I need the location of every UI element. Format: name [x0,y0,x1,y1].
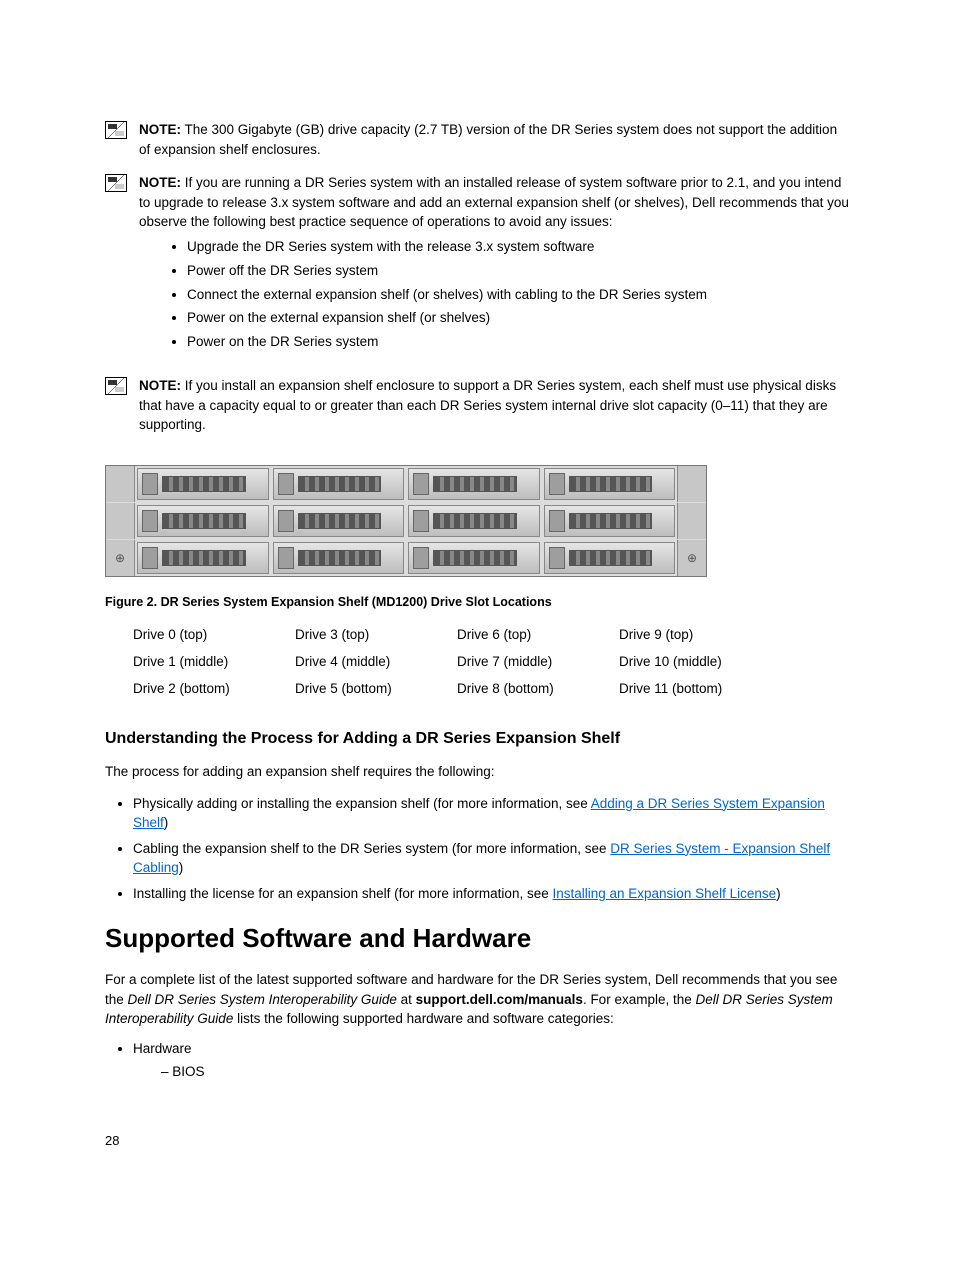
drive-cell: Drive 11 (bottom) [619,681,773,696]
hardware-list: Hardware BIOS [105,1041,849,1079]
drive-cell: Drive 4 (middle) [295,654,449,669]
note-icon [105,174,127,192]
note-text: The 300 Gigabyte (GB) drive capacity (2.… [139,122,837,157]
note-text: If you install an expansion shelf enclos… [139,378,836,432]
shelf-cap-left [106,503,135,539]
note-label: NOTE: [139,378,181,393]
link-installing-expansion-license[interactable]: Installing an Expansion Shelf License [552,886,776,901]
drive-cell: Drive 3 (top) [295,627,449,642]
drive-cell: Drive 1 (middle) [133,654,287,669]
shelf-cap-right: ⊕ [677,540,706,576]
guide-title-italic: Dell DR Series System Interoperability G… [128,992,397,1007]
note-body: NOTE: If you install an expansion shelf … [139,376,849,435]
note-block: NOTE: If you install an expansion shelf … [105,376,849,435]
note-text: If you are running a DR Series system wi… [139,175,849,229]
note-block: NOTE: The 300 Gigabyte (GB) drive capaci… [105,120,849,159]
drive-bay [408,542,540,574]
heading-supported-sw-hw: Supported Software and Hardware [105,923,849,954]
drive-cell: Drive 9 (top) [619,627,773,642]
sw-hw-paragraph: For a complete list of the latest suppor… [105,970,849,1029]
subheading-understanding-process: Understanding the Process for Adding a D… [105,730,849,748]
text: ) [776,886,781,901]
list-item: Installing the license for an expansion … [133,884,849,904]
drive-cell: Drive 5 (bottom) [295,681,449,696]
shelf-cap-left [106,466,135,502]
document-page: NOTE: The 300 Gigabyte (GB) drive capaci… [0,0,954,1268]
list-item: Physically adding or installing the expa… [133,794,849,833]
drive-bay [273,505,405,537]
drive-cell: Drive 8 (bottom) [457,681,611,696]
text: . For example, the [583,992,696,1007]
drive-bay [408,505,540,537]
list-item: Cabling the expansion shelf to the DR Se… [133,839,849,878]
drive-bay [544,468,676,500]
list-item: Hardware BIOS [133,1041,849,1079]
list-item: Power on the external expansion shelf (o… [187,309,849,328]
text: Physically adding or installing the expa… [133,796,591,811]
note-body: NOTE: If you are running a DR Series sys… [139,173,849,362]
drive-bay [137,468,269,500]
shelf-cap-left: ⊕ [106,540,135,576]
list-item: Upgrade the DR Series system with the re… [187,238,849,257]
note-icon [105,377,127,395]
shelf-cap-right [677,466,706,502]
drive-cell: Drive 10 (middle) [619,654,773,669]
drive-cell: Drive 0 (top) [133,627,287,642]
shelf-cap-right [677,503,706,539]
drive-bay [137,542,269,574]
list-item: Power off the DR Series system [187,262,849,281]
drive-bay [273,468,405,500]
note-label: NOTE: [139,175,181,190]
drive-bay [273,542,405,574]
figure-caption: Figure 2. DR Series System Expansion She… [105,595,849,609]
text: Cabling the expansion shelf to the DR Se… [133,841,610,856]
drive-bay [137,505,269,537]
text: Hardware [133,1041,192,1056]
expansion-shelf-figure: ⊕ ⊕ [105,465,707,577]
text: ) [179,860,184,875]
text: Installing the license for an expansion … [133,886,552,901]
drive-slot-grid: Drive 0 (top) Drive 3 (top) Drive 6 (top… [105,627,773,696]
note-bullet-list: Upgrade the DR Series system with the re… [139,238,849,352]
drive-cell: Drive 7 (middle) [457,654,611,669]
process-list: Physically adding or installing the expa… [105,794,849,904]
list-item: Power on the DR Series system [187,333,849,352]
note-block: NOTE: If you are running a DR Series sys… [105,173,849,362]
note-body: NOTE: The 300 Gigabyte (GB) drive capaci… [139,120,849,159]
page-number: 28 [105,1133,119,1148]
drive-bay [544,505,676,537]
drive-bay [408,468,540,500]
list-item: BIOS [161,1064,849,1079]
drive-bay [544,542,676,574]
hardware-sublist: BIOS [133,1064,849,1079]
text: ) [164,815,169,830]
list-item: Connect the external expansion shelf (or… [187,286,849,305]
process-intro-text: The process for adding an expansion shel… [105,762,849,782]
support-url-bold: support.dell.com/manuals [416,992,583,1007]
drive-cell: Drive 6 (top) [457,627,611,642]
note-icon [105,121,127,139]
drive-cell: Drive 2 (bottom) [133,681,287,696]
text: lists the following supported hardware a… [233,1011,613,1026]
note-label: NOTE: [139,122,181,137]
text: at [397,992,416,1007]
